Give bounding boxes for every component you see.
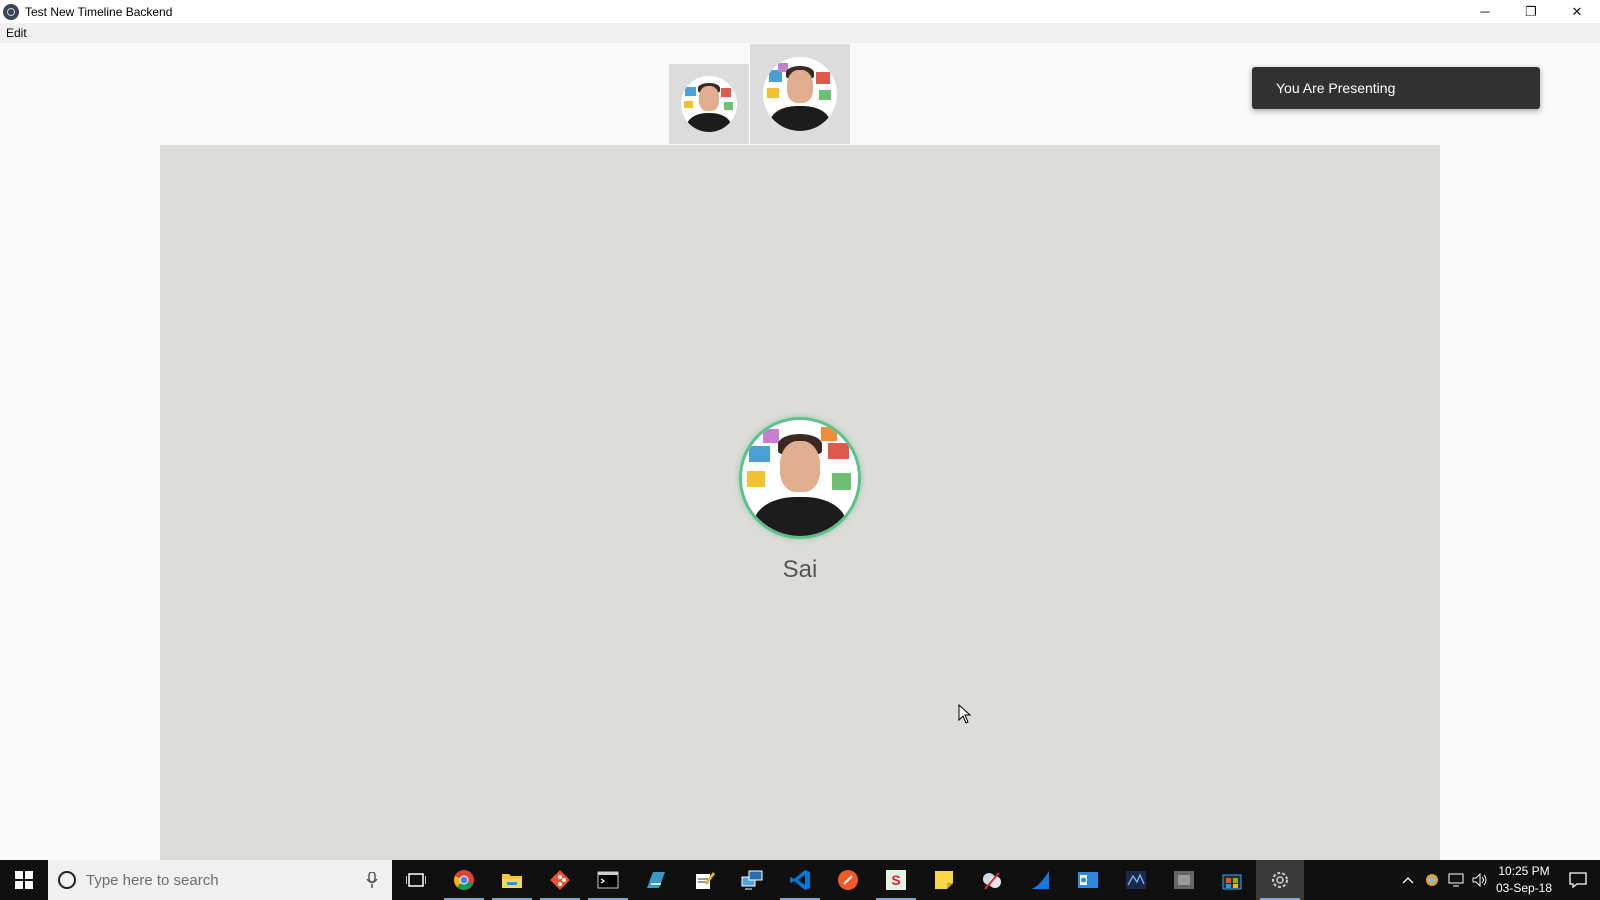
avatar (763, 57, 837, 131)
toast-text: You Are Presenting (1276, 80, 1396, 96)
chrome-icon[interactable] (440, 860, 488, 900)
start-button[interactable] (0, 860, 48, 900)
participant-thumbnail[interactable] (750, 44, 850, 144)
sticky-notes-icon[interactable] (920, 860, 968, 900)
speaker-name: Sai (782, 556, 818, 583)
vscode-icon[interactable] (776, 860, 824, 900)
postman-icon[interactable] (824, 860, 872, 900)
clock-time: 10:25 PM (1498, 864, 1550, 878)
presenting-toast: You Are Presenting (1252, 67, 1540, 109)
store-s-icon[interactable]: S (872, 860, 920, 900)
taskbar-clock[interactable]: 10:25 PM 03-Sep-18 (1492, 863, 1556, 897)
app-logo-icon (3, 3, 19, 20)
volume-icon[interactable] (1468, 860, 1492, 900)
windows-logo-icon (15, 871, 33, 889)
system-tray: 10:25 PM 03-Sep-18 (1396, 860, 1600, 900)
active-speaker-avatar (739, 417, 861, 539)
taskbar-search[interactable]: Type here to search (48, 860, 392, 900)
minimize-button[interactable]: ─ (1462, 0, 1508, 23)
settings-app-icon[interactable] (1256, 860, 1304, 900)
azure-data-studio-icon[interactable] (632, 860, 680, 900)
close-button[interactable]: ✕ (1554, 0, 1600, 23)
participant-thumbnail[interactable] (669, 64, 749, 144)
avatar (742, 420, 858, 536)
git-icon[interactable] (536, 860, 584, 900)
window-controls: ─ ❐ ✕ (1462, 0, 1600, 23)
search-placeholder: Type here to search (86, 871, 219, 889)
generic-app-icon[interactable] (1160, 860, 1208, 900)
file-explorer-icon[interactable] (488, 860, 536, 900)
microphone-icon[interactable] (366, 872, 378, 888)
wireshark-icon[interactable] (1016, 860, 1064, 900)
menu-edit[interactable]: Edit (6, 26, 27, 40)
title-bar: Test New Timeline Backend ─ ❐ ✕ (0, 0, 1600, 23)
terminal-icon[interactable] (584, 860, 632, 900)
store-icon[interactable] (1208, 860, 1256, 900)
wave-icon[interactable] (1112, 860, 1160, 900)
svg-text:S: S (891, 872, 900, 888)
snipping-icon[interactable] (968, 860, 1016, 900)
menu-bar: Edit (0, 23, 1600, 43)
action-center-icon[interactable] (1556, 860, 1600, 900)
clock-date: 03-Sep-18 (1495, 881, 1553, 895)
chevron-up-icon[interactable] (1396, 860, 1420, 900)
restore-button[interactable]: ❐ (1508, 0, 1554, 23)
outlook-icon[interactable] (1064, 860, 1112, 900)
network-icon[interactable] (1444, 860, 1468, 900)
notepad-icon[interactable] (680, 860, 728, 900)
onedrive-icon[interactable] (1420, 860, 1444, 900)
taskbar: Type here to search S 10:25 PM 03-Sep-18 (0, 860, 1600, 900)
task-view-icon[interactable] (392, 860, 440, 900)
window-title: Test New Timeline Backend (25, 4, 173, 19)
remote-desktop-icon[interactable] (728, 860, 776, 900)
avatar (681, 76, 737, 132)
cortana-icon (58, 871, 76, 889)
